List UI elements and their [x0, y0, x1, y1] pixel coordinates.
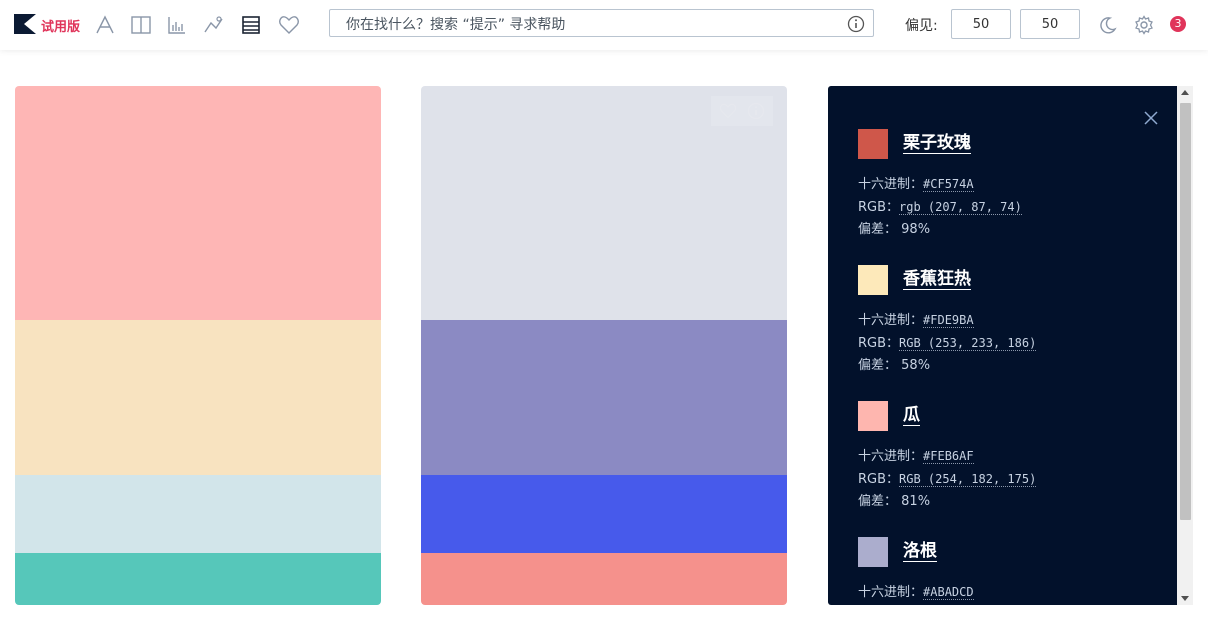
info-icon[interactable] — [847, 15, 865, 33]
rgb-value[interactable]: rgb (207, 87, 74) — [899, 200, 1022, 215]
bias-value: 58% — [901, 358, 931, 373]
palette-hover-actions — [711, 96, 773, 126]
rgb-row: RGB：RGB (254, 182, 175) — [858, 472, 1037, 487]
color-swatch — [858, 265, 888, 295]
color-name[interactable]: 香蕉狂热 — [903, 269, 971, 290]
rgb-row: RGB：rgb (207, 87, 74) — [858, 200, 1022, 215]
k-logo-icon[interactable] — [14, 14, 36, 34]
hex-row: 十六进制：#FEB6AF — [858, 449, 974, 464]
palette-swatch[interactable] — [421, 475, 787, 553]
stacked-rows-icon[interactable] — [240, 14, 262, 36]
heart-icon[interactable] — [278, 14, 300, 36]
palette-swatch[interactable] — [15, 86, 381, 320]
palette-card-1[interactable] — [15, 86, 381, 605]
gear-icon[interactable] — [1134, 15, 1154, 35]
scroll-thumb[interactable] — [1180, 103, 1191, 520]
palette-swatch[interactable] — [15, 475, 381, 553]
hex-row: 十六进制：#FDE9BA — [858, 313, 974, 328]
rgb-value[interactable]: RGB (254, 182, 175) — [899, 472, 1037, 487]
search-box — [329, 9, 874, 37]
rgb-value[interactable]: RGB (253, 233, 186) — [899, 336, 1037, 351]
hex-value[interactable]: #FDE9BA — [923, 313, 974, 328]
line-chart-icon[interactable] — [203, 14, 225, 36]
scroll-down-arrow-icon[interactable] — [1181, 596, 1189, 601]
color-details-panel: 栗子玫瑰 十六进制：#CF574A RGB：rgb (207, 87, 74) … — [828, 86, 1177, 605]
color-swatch — [858, 401, 888, 431]
color-swatch — [858, 129, 888, 159]
color-swatch — [858, 537, 888, 567]
moon-icon[interactable] — [1098, 15, 1118, 35]
split-columns-icon[interactable] — [130, 14, 152, 36]
palette-info-icon[interactable] — [747, 102, 765, 120]
rgb-row: RGB：RGB (253, 233, 186) — [858, 336, 1037, 351]
bar-chart-icon[interactable] — [166, 14, 188, 36]
bias-row: 偏差： 98% — [858, 222, 931, 237]
color-name[interactable]: 洛根 — [903, 541, 937, 562]
palette-card-2[interactable] — [421, 86, 787, 605]
hex-row: 十六进制：#ABADCD — [858, 585, 974, 600]
hex-value[interactable]: #CF574A — [923, 177, 974, 192]
scroll-up-arrow-icon[interactable] — [1181, 90, 1189, 95]
panel-scrollbar[interactable] — [1177, 86, 1193, 605]
bias-row: 偏差： 58% — [858, 358, 931, 373]
palette-swatch[interactable] — [15, 553, 381, 605]
hex-row: 十六进制：#CF574A — [858, 177, 974, 192]
hex-value[interactable]: #FEB6AF — [923, 449, 974, 464]
bias-input-2[interactable] — [1020, 9, 1080, 39]
bias-input-1[interactable] — [951, 9, 1011, 39]
palette-swatch[interactable] — [421, 553, 787, 605]
notification-badge[interactable]: 3 — [1170, 16, 1186, 32]
palette-swatch[interactable] — [15, 320, 381, 475]
hex-value[interactable]: #ABADCD — [923, 585, 974, 600]
bias-label: 偏见: — [905, 18, 938, 34]
search-input[interactable] — [344, 14, 838, 36]
favorite-heart-icon[interactable] — [719, 102, 737, 120]
bias-row: 偏差： 81% — [858, 494, 931, 509]
top-toolbar: 试用版 偏见: 3 — [0, 0, 1208, 50]
bias-value: 98% — [901, 222, 931, 237]
trial-label[interactable]: 试用版 — [41, 16, 80, 35]
color-name[interactable]: 瓜 — [903, 405, 920, 426]
close-icon[interactable] — [1143, 110, 1159, 126]
palette-swatch[interactable] — [421, 320, 787, 475]
bias-value: 81% — [901, 494, 931, 509]
color-name[interactable]: 栗子玫瑰 — [903, 133, 971, 154]
font-icon[interactable] — [94, 14, 116, 36]
